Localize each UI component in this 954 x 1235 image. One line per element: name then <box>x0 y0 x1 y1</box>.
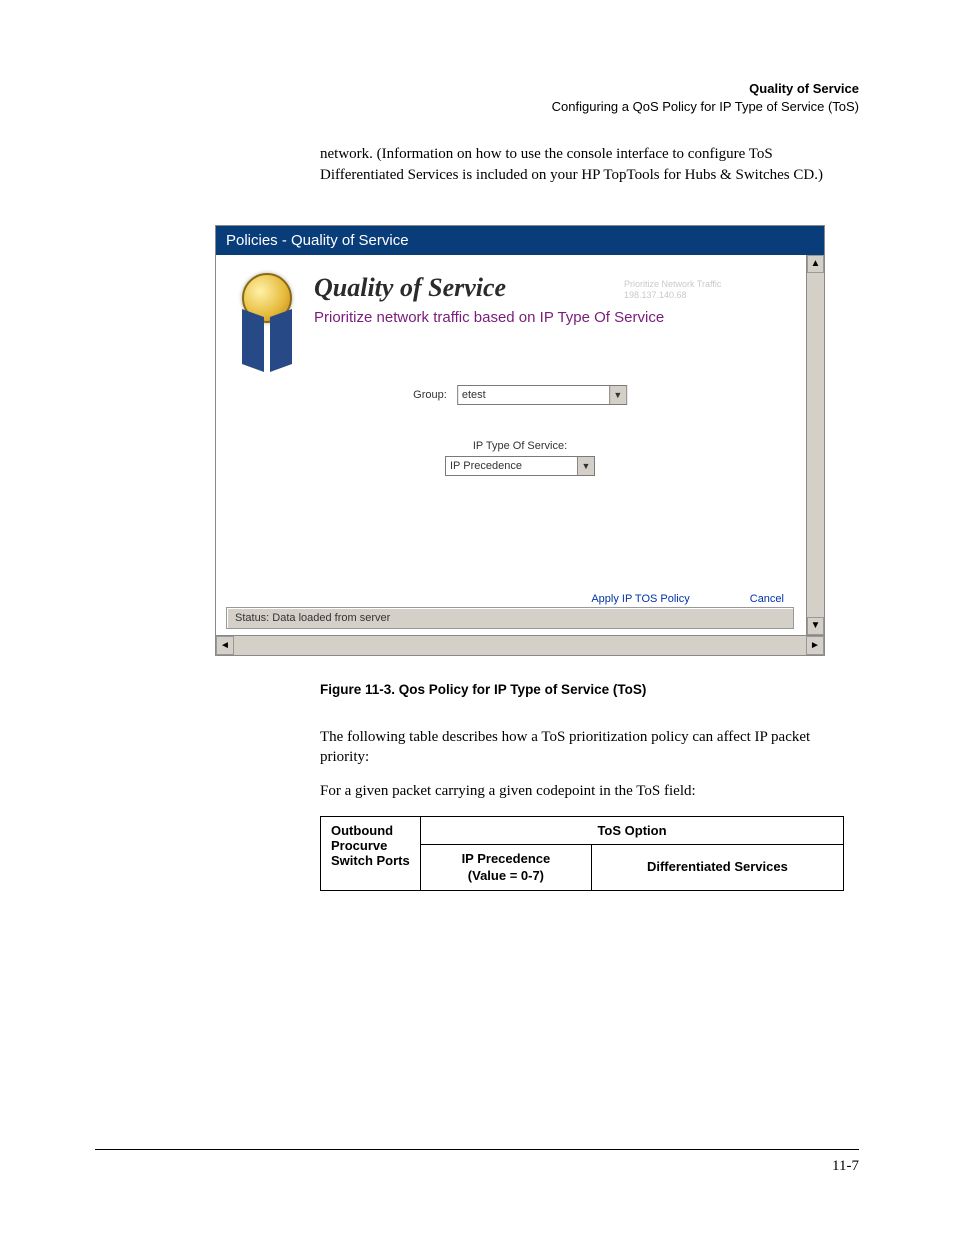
vertical-scrollbar[interactable]: ▲ ▼ <box>806 255 824 635</box>
header-title: Quality of Service <box>95 80 859 98</box>
tos-row: IP Type Of Service: IP Precedence ▼ <box>445 440 595 476</box>
page-footer: 11-7 <box>95 1149 859 1175</box>
scroll-right-icon[interactable]: ► <box>806 636 824 655</box>
figure-window: Policies - Quality of Service Quality of… <box>215 225 825 656</box>
horizontal-scrollbar[interactable]: ◄ ► <box>216 635 824 655</box>
after-text-1: The following table describes how a ToS … <box>320 727 859 768</box>
tos-dropdown[interactable]: IP Precedence ▼ <box>445 456 595 476</box>
qos-title: Quality of Service <box>314 273 794 303</box>
qos-banner: Quality of Service Prioritize Network Tr… <box>236 273 794 373</box>
window-content: Quality of Service Prioritize Network Tr… <box>216 255 824 655</box>
qos-subtitle: Prioritize network traffic based on IP T… <box>314 309 794 326</box>
window-titlebar: Policies - Quality of Service <box>216 226 824 255</box>
table-span-head: ToS Option <box>421 816 844 844</box>
button-row: Apply IP TOS Policy Cancel <box>591 593 784 605</box>
tos-table: Outbound Procurve Switch Ports ToS Optio… <box>320 816 844 892</box>
status-bar: Status: Data loaded from server <box>226 607 794 629</box>
page-number: 11-7 <box>832 1158 859 1174</box>
group-row: Group: etest ▼ <box>413 385 627 405</box>
ghost-text: Prioritize Network Traffic 198.137.140.6… <box>624 279 721 301</box>
group-value: etest <box>462 389 486 401</box>
ribbon-icon <box>236 273 298 373</box>
scroll-down-icon[interactable]: ▼ <box>807 617 824 635</box>
table-sub1: IP Precedence(Value = 0-7) <box>421 844 592 891</box>
chevron-down-icon: ▼ <box>609 386 626 404</box>
scroll-left-icon[interactable]: ◄ <box>216 636 234 655</box>
group-dropdown[interactable]: etest ▼ <box>457 385 627 405</box>
table-sub2: Differentiated Services <box>591 844 843 891</box>
scroll-up-icon[interactable]: ▲ <box>807 255 824 273</box>
page-header: Quality of Service Configuring a QoS Pol… <box>95 80 859 116</box>
table-left-head: Outbound Procurve Switch Ports <box>321 816 421 891</box>
tos-label: IP Type Of Service: <box>473 440 567 452</box>
intro-paragraph: network. (Information on how to use the … <box>320 144 859 185</box>
apply-button[interactable]: Apply IP TOS Policy <box>591 593 689 605</box>
group-label: Group: <box>413 389 447 401</box>
tos-value: IP Precedence <box>450 460 522 472</box>
cancel-button[interactable]: Cancel <box>750 593 784 605</box>
chevron-down-icon: ▼ <box>577 457 594 475</box>
figure-caption: Figure 11-3. Qos Policy for IP Type of S… <box>320 682 859 697</box>
header-subtitle: Configuring a QoS Policy for IP Type of … <box>95 98 859 116</box>
after-text-2: For a given packet carrying a given code… <box>320 781 859 801</box>
qos-header-text: Quality of Service Prioritize Network Tr… <box>314 273 794 326</box>
